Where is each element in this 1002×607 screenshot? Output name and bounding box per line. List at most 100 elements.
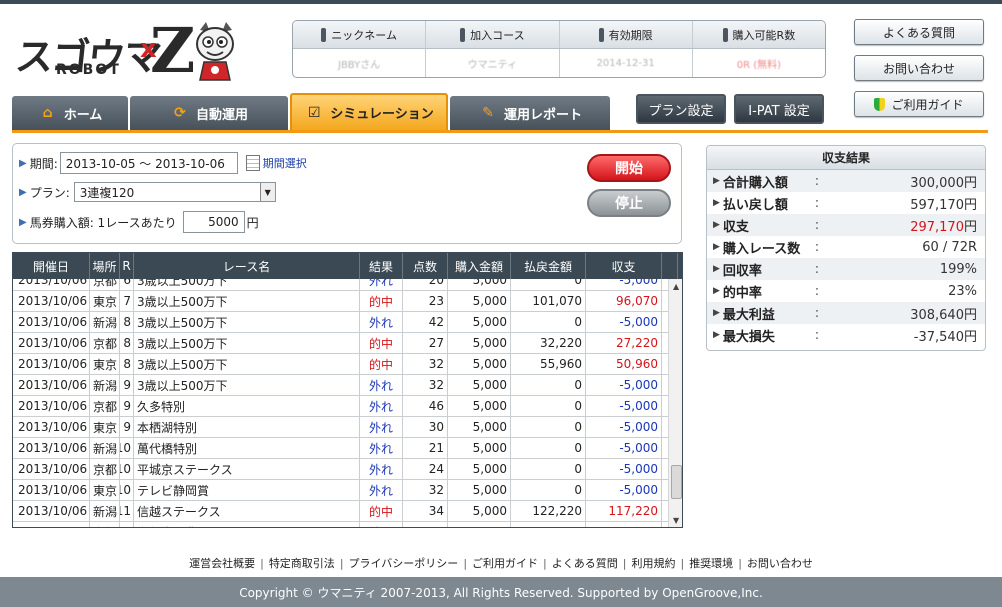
cell-race-number: 11 [120, 501, 134, 521]
tab-home[interactable]: ⌂ ホーム [12, 96, 128, 130]
footer-link[interactable]: 運営会社概要 [189, 557, 255, 570]
result-value-unit: 円 [963, 329, 977, 345]
col-race-name: レース名 [134, 253, 360, 279]
cell-race-number: 7 [120, 291, 134, 311]
footer-link[interactable]: 利用規約 [631, 557, 675, 570]
cell-race-name: 3歳以上500万下 [134, 354, 360, 374]
scrollbar-thumb[interactable] [671, 465, 682, 499]
col-scroll-spacer [662, 253, 678, 279]
footer-link[interactable]: ご利用ガイド [472, 557, 538, 570]
info-value-expiry: 2014-12-31 [560, 49, 693, 77]
calendar-icon[interactable] [245, 155, 260, 171]
info-value-nickname: JBBYさん [293, 49, 427, 77]
footer-link[interactable]: お問い合わせ [747, 557, 813, 570]
footer-link[interactable]: 推奨環境 [689, 557, 733, 570]
cell-payout: 0 [511, 417, 586, 437]
cell-race-number: 10 [120, 459, 134, 479]
table-header: 開催日 場所 R レース名 結果 点数 購入金額 払戻金額 収支 [13, 253, 682, 279]
cell-payout: 0 [511, 312, 586, 332]
result-value: 597,170円 [827, 194, 985, 213]
table-scrollbar[interactable]: ▲ ▼ [668, 279, 682, 527]
tab-simulation[interactable]: ☑ シミュレーション [290, 93, 448, 130]
table-row[interactable]: 2013/10/06東京10テレビ静岡賞外れ325,0000-5,000 [13, 480, 668, 501]
result-value-number: -37,540 [913, 329, 964, 345]
site-logo[interactable]: スゴウマ ROBOT x Z [12, 12, 242, 88]
period-select-link[interactable]: 期間選択 [263, 155, 307, 171]
cell-race-name: 3歳以上500万下 [134, 333, 360, 353]
table-row[interactable]: 2013/10/06 京都 9 久多特別 外れ 46 5,000 0 -5,000 [13, 396, 668, 417]
stop-button[interactable]: 停止 [587, 189, 671, 217]
result-colon: : [814, 261, 820, 277]
cell-date: 2013/10/06 [13, 375, 90, 395]
info-value-races: 0R (無料) [736, 60, 782, 71]
table-row[interactable]: 2013/10/06京都11京都大賞典 GII外れ285,0000-5,000 [13, 522, 668, 527]
cell-purchase: 5,000 [448, 354, 511, 374]
cell-race-number: 8 [120, 312, 134, 332]
result-row: ▶ 払い戻し額:597,170円 [707, 192, 985, 214]
cell-race-name: 3歳以上500万下 [134, 312, 360, 332]
col-place: 場所 [90, 253, 120, 279]
result-label: ▶ 合計購入額 [707, 172, 807, 191]
table-row[interactable]: 2013/10/06新潟10萬代橋特別外れ215,0000-5,000 [13, 438, 668, 459]
cell-place: 東京 [90, 480, 120, 500]
table-row[interactable]: 2013/10/06 京都 6 3歳以上500万下 外れ 20 5,000 0 -5,000 [13, 279, 668, 291]
cell-result: 外れ [360, 312, 403, 332]
tab-auto[interactable]: ⟳ 自動運用 [130, 96, 288, 130]
info-header-expiry: 有効期限 [560, 21, 693, 48]
cell-points: 32 [403, 480, 448, 500]
cell-race-number: 9 [120, 396, 134, 416]
table-row[interactable]: 2013/10/06 新潟 8 3歳以上500万下 外れ 42 5,000 0 -5,000 [13, 312, 668, 333]
footer-link[interactable]: プライバシーポリシー [349, 557, 459, 570]
table-row[interactable]: 2013/10/06京都10平城京ステークス外れ245,0000-5,000 [13, 459, 668, 480]
plan-select[interactable]: 3連複120 ▼ [73, 182, 276, 202]
plan-settings-button[interactable]: プラン設定 [636, 94, 726, 124]
table-row[interactable]: 2013/10/06 京都 8 3歳以上500万下 的中 27 5,000 32,220 27,… [13, 333, 668, 354]
period-input[interactable]: 2013-10-05 〜 2013-10-06 [59, 152, 238, 174]
result-value-unit: 円 [963, 307, 977, 323]
col-race-number: R [120, 253, 134, 279]
result-value-unit: 円 [963, 197, 977, 213]
cell-balance: -5,000 [586, 279, 662, 290]
table-row[interactable]: 2013/10/06 東京 7 3歳以上500万下 的中 23 5,000 101,070 96… [13, 291, 668, 312]
table-row[interactable]: 2013/10/06 東京 8 3歳以上500万下 的中 32 5,000 55,960 50,… [13, 354, 668, 375]
cell-place: 東京 [90, 354, 120, 374]
table-row[interactable]: 2013/10/06新潟11信越ステークス的中345,000122,220117… [13, 501, 668, 522]
tab-report[interactable]: ✎ 運用レポート [450, 96, 610, 130]
info-header-races: 購入可能R数 [693, 21, 825, 48]
cell-place: 京都 [90, 279, 120, 290]
cell-result: 的中 [360, 354, 403, 374]
result-value-number: 23% [948, 283, 977, 299]
result-label: ▶ 回収率 [707, 260, 807, 279]
cell-balance: -5,000 [586, 480, 662, 500]
ipat-settings-button[interactable]: I-PAT 設定 [734, 94, 824, 124]
cell-payout: 101,070 [511, 291, 586, 311]
result-colon: : [814, 195, 820, 211]
result-label-text: 的中率 [722, 285, 762, 301]
faq-button[interactable]: よくある質問 [854, 19, 984, 45]
footer-separator: | [260, 557, 264, 570]
scroll-down-icon[interactable]: ▼ [673, 516, 679, 525]
scroll-up-icon[interactable]: ▲ [673, 282, 679, 291]
guide-button[interactable]: ご利用ガイド [854, 91, 984, 117]
cell-race-number: 11 [120, 522, 134, 527]
cell-balance: 96,070 [586, 291, 662, 311]
table-body[interactable]: 2013/10/06 京都 6 3歳以上500万下 外れ 20 5,000 0 -5,000 20… [13, 279, 682, 527]
cell-date: 2013/10/06 [13, 396, 90, 416]
tab-auto-label: 自動運用 [195, 107, 248, 123]
amount-input[interactable]: 5000 [182, 211, 245, 233]
cell-race-number: 10 [120, 438, 134, 458]
chevron-down-icon[interactable]: ▼ [259, 183, 275, 201]
table-row[interactable]: 2013/10/06 東京 9 本栖湖特別 外れ 30 5,000 0 -5,000 [13, 417, 668, 438]
cell-place: 京都 [90, 522, 120, 527]
footer-link[interactable]: 特定商取引法 [269, 557, 335, 570]
table-row[interactable]: 2013/10/06 新潟 9 3歳以上500万下 外れ 32 5,000 0 -5,000 [13, 375, 668, 396]
start-button[interactable]: 開始 [587, 154, 671, 182]
col-points: 点数 [403, 253, 448, 279]
contact-button[interactable]: お問い合わせ [854, 55, 984, 81]
footer-link[interactable]: よくある質問 [552, 557, 618, 570]
cell-place: 東京 [90, 417, 120, 437]
result-colon: : [814, 305, 820, 321]
result-value: 23% [827, 284, 985, 299]
result-value-number: 308,640 [910, 307, 964, 323]
cell-payout: 0 [511, 375, 586, 395]
